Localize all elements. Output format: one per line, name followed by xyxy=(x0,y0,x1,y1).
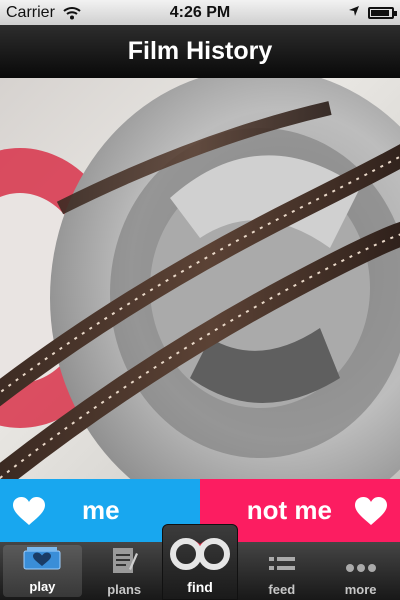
tab-label: feed xyxy=(268,582,296,597)
status-bar: Carrier 4:26 PM xyxy=(0,0,400,25)
navigation-bar: Film History xyxy=(0,25,400,79)
tab-play[interactable]: play xyxy=(3,545,82,597)
list-icon xyxy=(267,553,297,578)
battery-fill xyxy=(371,10,389,16)
tab-find[interactable]: find xyxy=(162,524,238,600)
binoculars-icon xyxy=(168,534,232,573)
film-reel-photo xyxy=(0,78,400,479)
clock: 4:26 PM xyxy=(169,3,231,21)
not-me-label: not me xyxy=(246,495,332,525)
tab-label: more xyxy=(344,582,377,597)
me-label: me xyxy=(82,495,120,525)
heart-icon xyxy=(12,496,46,526)
notepad-icon xyxy=(110,545,139,578)
tab-label: plans xyxy=(107,582,142,597)
dots-icon xyxy=(344,561,378,578)
tab-feed[interactable]: feed xyxy=(242,542,321,600)
battery-icon xyxy=(368,7,397,19)
heart-icon xyxy=(354,496,388,526)
page-title: Film History xyxy=(127,37,273,65)
tab-more[interactable]: more xyxy=(321,542,400,600)
play-heart-icon xyxy=(23,546,61,575)
tab-label: play xyxy=(29,579,56,594)
location-arrow-icon xyxy=(348,4,360,22)
tab-plans[interactable]: plans xyxy=(85,542,164,600)
tab-label: find xyxy=(187,579,213,595)
